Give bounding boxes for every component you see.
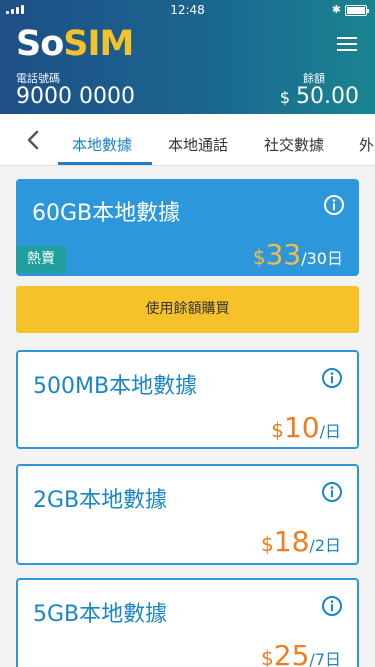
price-currency: $	[261, 646, 274, 667]
app-header: 12:48 ✱ SoSIM 電話號碼 9000 0000 餘額 $50.00	[0, 0, 375, 114]
plan-card[interactable]: 500MB本地數據 $10/日	[16, 350, 359, 449]
tab-more[interactable]: 外	[359, 134, 374, 155]
tab-local-data[interactable]: 本地數據	[72, 134, 132, 155]
chevron-left-icon[interactable]	[26, 130, 40, 150]
price-value: 33	[265, 238, 302, 271]
plan-name: 60GB本地數據	[32, 201, 181, 226]
hamburger-menu-icon[interactable]	[337, 37, 357, 53]
plan-name: 500MB本地數據	[33, 374, 198, 399]
plan-card-featured[interactable]: 60GB本地數據 熱賣 $33/30日	[16, 179, 359, 276]
battery-icon	[345, 5, 369, 16]
price-currency: $	[252, 245, 266, 269]
price-unit: /30日	[301, 249, 343, 268]
price-unit: /日	[319, 422, 341, 441]
balance-currency: $	[279, 88, 291, 107]
price-value: 10	[283, 411, 320, 444]
plan-price: $18/2日	[261, 525, 341, 558]
hot-badge: 熱賣	[16, 246, 66, 273]
active-tab-indicator	[58, 162, 152, 165]
plan-card[interactable]: 5GB本地數據 $25/7日	[16, 578, 359, 667]
plan-card[interactable]: 2GB本地數據 $18/2日	[16, 464, 359, 565]
plan-price: $25/7日	[261, 639, 341, 667]
plan-name: 2GB本地數據	[33, 488, 168, 513]
price-value: 18	[273, 525, 310, 558]
phone-number: 9000 0000	[16, 84, 135, 109]
logo-sim: SIM	[63, 24, 134, 64]
info-icon[interactable]	[321, 367, 343, 389]
tab-social-data[interactable]: 社交數據	[264, 134, 324, 155]
info-icon[interactable]	[323, 194, 345, 216]
buy-with-balance-button[interactable]: 使用餘額購買	[16, 286, 359, 333]
price-currency: $	[261, 532, 274, 556]
plan-price: $33/30日	[253, 238, 343, 271]
logo-so: So	[16, 24, 64, 64]
balance-value: 50.00	[296, 84, 359, 109]
price-unit: /7日	[309, 650, 341, 667]
category-tabs: 本地數據 本地通話 社交數據 外	[0, 114, 375, 166]
price-currency: $	[271, 418, 284, 442]
bluetooth-icon: ✱	[331, 3, 341, 16]
price-unit: /2日	[309, 536, 341, 555]
status-time: 12:48	[170, 3, 205, 17]
tab-local-calls[interactable]: 本地通話	[168, 134, 228, 155]
balance-amount: $50.00	[280, 84, 359, 109]
info-icon[interactable]	[321, 481, 343, 503]
sosim-logo: SoSIM	[16, 24, 134, 64]
plan-name: 5GB本地數據	[33, 602, 168, 627]
info-icon[interactable]	[321, 595, 343, 617]
price-value: 25	[273, 639, 310, 667]
plan-price: $10/日	[271, 411, 341, 444]
status-bar: 12:48 ✱	[0, 0, 375, 20]
